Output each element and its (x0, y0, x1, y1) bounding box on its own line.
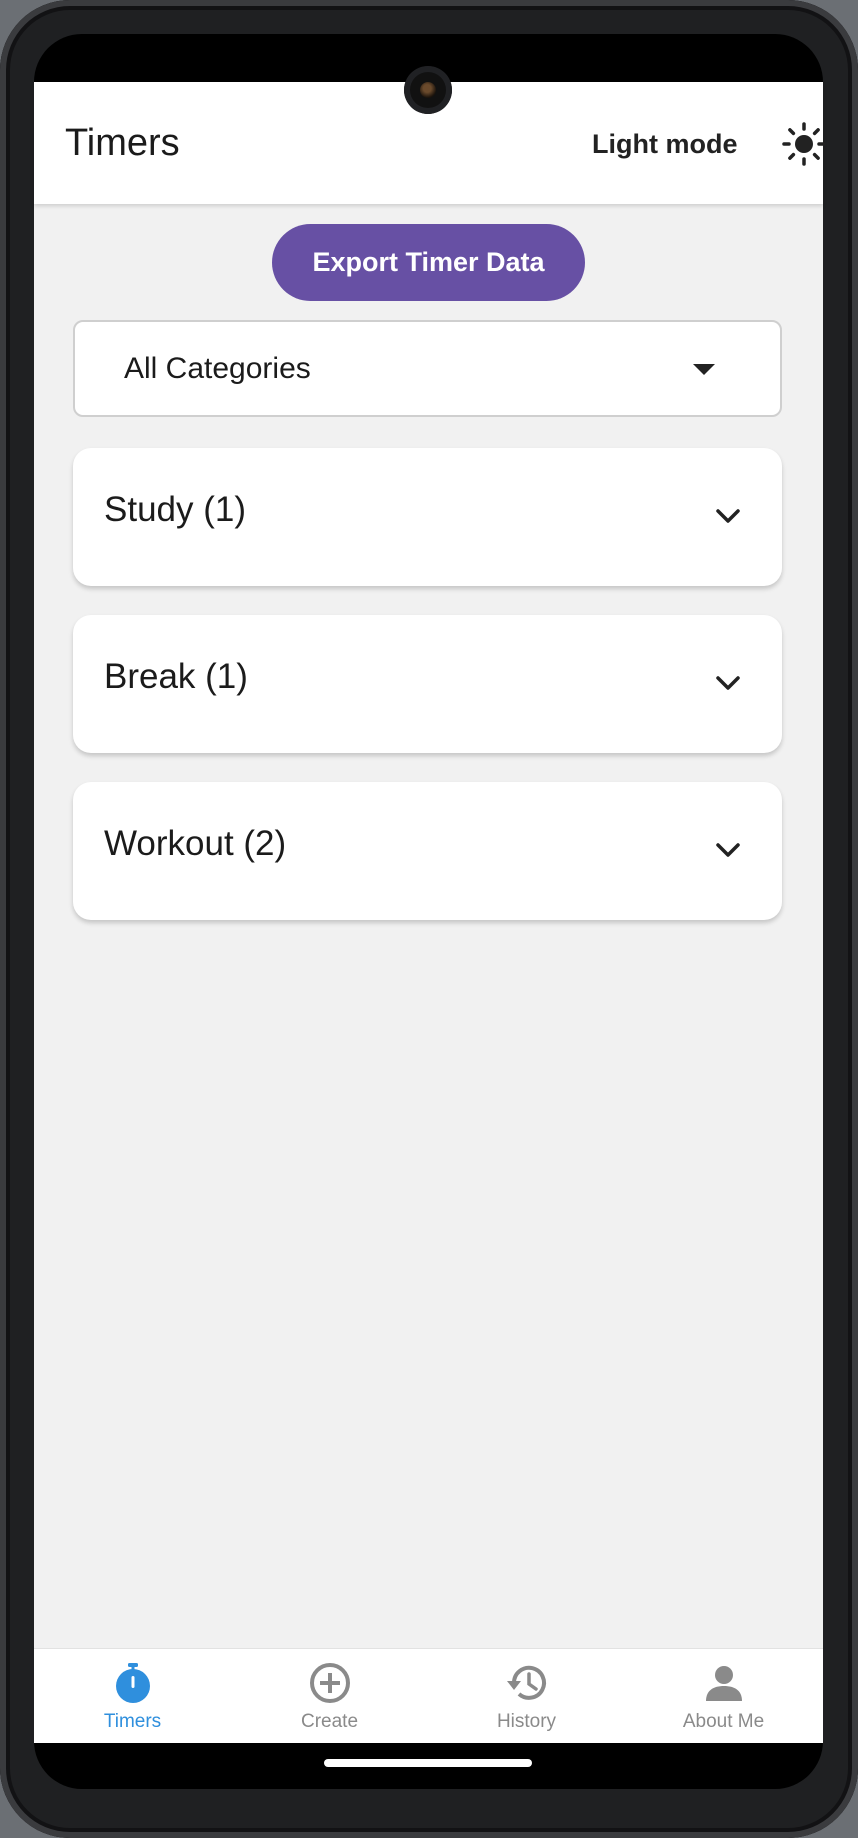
chevron-down-icon (716, 843, 740, 857)
export-timer-data-button[interactable]: Export Timer Data (272, 224, 585, 301)
category-filter-value: All Categories (124, 352, 311, 385)
category-card-workout[interactable]: Workout (2) (73, 782, 782, 920)
nav-label: Timers (103, 1711, 162, 1732)
add-circle-icon (309, 1663, 350, 1703)
dropdown-caret-icon (693, 364, 715, 375)
nav-label: About Me (682, 1711, 765, 1732)
history-icon (506, 1665, 546, 1700)
nav-item-timers[interactable]: Timers (34, 1649, 231, 1743)
category-card-label: Break (1) (104, 657, 248, 696)
chevron-down-icon (716, 676, 740, 690)
category-card-study[interactable]: Study (1) (73, 448, 782, 586)
category-card-label: Study (1) (104, 490, 246, 529)
nav-label: History (496, 1711, 557, 1732)
theme-toggle[interactable]: Light mode (592, 122, 826, 166)
theme-toggle-label: Light mode (592, 128, 738, 159)
category-card-break[interactable]: Break (1) (73, 615, 782, 753)
page-title: Timers (65, 122, 180, 164)
camera-lens (420, 82, 436, 98)
home-indicator[interactable] (324, 1759, 532, 1767)
category-filter-select[interactable]: All Categories (73, 320, 782, 417)
stopwatch-icon (115, 1663, 150, 1703)
category-card-label: Workout (2) (104, 824, 287, 863)
sun-icon (782, 122, 826, 166)
person-icon (705, 1666, 742, 1701)
front-camera (404, 66, 452, 114)
nav-label: Create (300, 1711, 359, 1732)
app-root: Timers Light mode Export Timer Data All … (34, 82, 826, 1743)
nav-item-create[interactable]: Create (231, 1649, 428, 1743)
nav-item-about-me[interactable]: About Me (625, 1649, 822, 1743)
bottom-navigation: Timers Create History About Me (34, 1648, 823, 1743)
chevron-down-icon (716, 509, 740, 523)
nav-item-history[interactable]: History (428, 1649, 625, 1743)
